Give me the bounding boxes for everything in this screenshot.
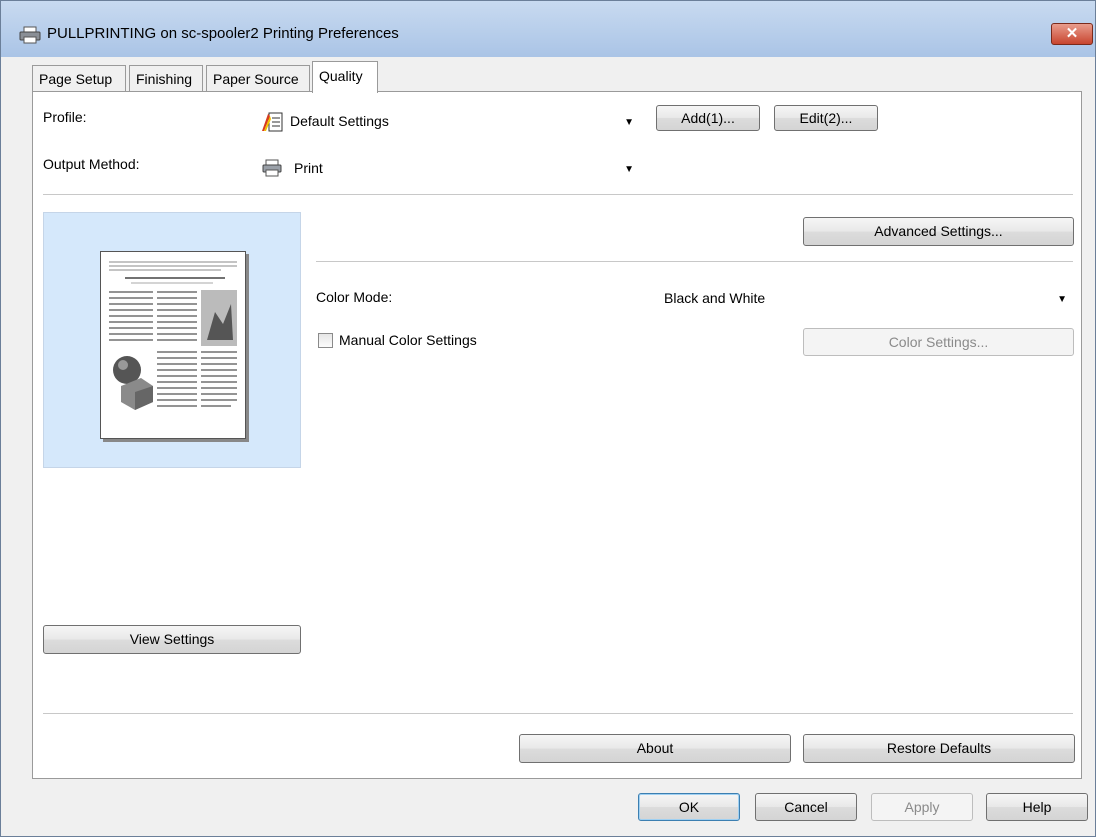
window-title: PULLPRINTING on sc-spooler2 Printing Pre… [47,25,399,42]
divider [316,261,1073,262]
tab-quality[interactable]: Quality [312,61,378,93]
advanced-settings-button[interactable]: Advanced Settings... [803,217,1074,246]
profile-select[interactable]: Default Settings ▼ [255,105,643,137]
close-icon: ✕ [1065,25,1079,42]
manual-color-settings-label[interactable]: Manual Color Settings [339,332,477,348]
tab-page-setup[interactable]: Page Setup [32,65,126,91]
tab-paper-source[interactable]: Paper Source [206,65,310,91]
color-mode-select[interactable]: Black and White ▼ [656,283,1076,313]
restore-defaults-button[interactable]: Restore Defaults [803,734,1075,763]
edit-profile-button[interactable]: Edit(2)... [774,105,878,131]
color-mode-value: Black and White [664,290,766,306]
manual-color-settings-checkbox[interactable] [318,333,333,348]
help-button[interactable]: Help [986,793,1088,821]
chevron-down-icon: ▼ [1057,294,1067,305]
page-preview-pane [43,212,301,468]
profile-label: Profile: [43,109,87,125]
tab-finishing[interactable]: Finishing [129,65,203,91]
profile-value: Default Settings [290,113,389,129]
chevron-down-icon: ▼ [624,117,634,128]
title-bar: PULLPRINTING on sc-spooler2 Printing Pre… [1,1,1095,57]
chevron-down-icon: ▼ [624,164,634,175]
printer-icon [19,26,41,44]
divider [43,713,1073,714]
about-button[interactable]: About [519,734,791,763]
profile-icon [262,112,283,132]
cancel-button[interactable]: Cancel [755,793,857,821]
add-profile-button[interactable]: Add(1)... [656,105,760,131]
page-preview-image [100,251,246,439]
ok-button[interactable]: OK [638,793,740,821]
color-mode-label: Color Mode: [316,289,393,305]
output-method-value: Print [294,160,323,176]
output-method-label: Output Method: [43,156,140,172]
divider [43,194,1073,195]
color-settings-button[interactable]: Color Settings... [803,328,1074,356]
output-method-select[interactable]: Print ▼ [255,152,643,184]
view-settings-button[interactable]: View Settings [43,625,301,654]
printing-preferences-dialog: PULLPRINTING on sc-spooler2 Printing Pre… [0,0,1096,837]
close-button[interactable]: ✕ [1051,23,1093,45]
apply-button[interactable]: Apply [871,793,973,821]
printer-icon [262,159,282,177]
